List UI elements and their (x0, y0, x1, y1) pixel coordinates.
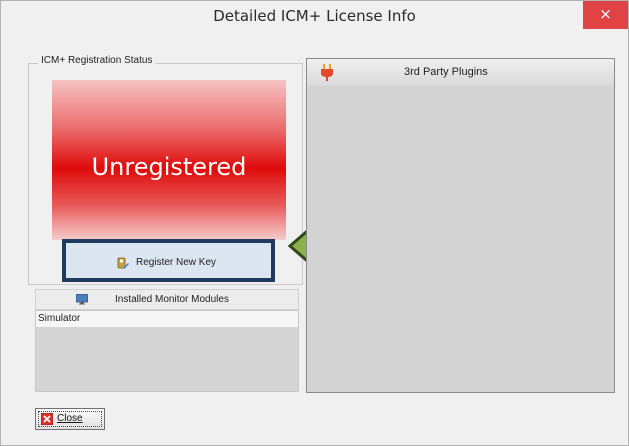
third-party-plugins-title: 3rd Party Plugins (404, 66, 488, 78)
installed-monitor-modules-header: Installed Monitor Modules (35, 289, 299, 310)
register-new-key-button[interactable]: Register New Key (62, 239, 275, 282)
installed-monitor-modules-title: Installed Monitor Modules (115, 294, 229, 305)
list-item[interactable]: Simulator (36, 311, 298, 327)
third-party-plugins-panel[interactable]: 3rd Party Plugins (306, 58, 615, 393)
installed-monitor-modules-list[interactable]: Simulator (35, 310, 299, 392)
red-x-icon (41, 413, 53, 425)
module-name: Simulator (38, 313, 81, 324)
register-new-key-label: Register New Key (136, 257, 217, 268)
monitor-icon (76, 294, 88, 305)
title-bar: Detailed ICM+ License Info × (1, 1, 628, 33)
key-pencil-icon (117, 257, 129, 269)
window-close-button[interactable]: × (583, 1, 628, 29)
third-party-plugins-header: 3rd Party Plugins (307, 59, 614, 86)
registration-status-text: Unregistered (91, 153, 247, 181)
close-button[interactable]: Close (35, 408, 105, 430)
close-button-label: Close (57, 413, 83, 424)
window-title: Detailed ICM+ License Info (213, 7, 416, 25)
registration-status-group-label: ICM+ Registration Status (38, 55, 156, 66)
plug-icon (321, 64, 333, 81)
